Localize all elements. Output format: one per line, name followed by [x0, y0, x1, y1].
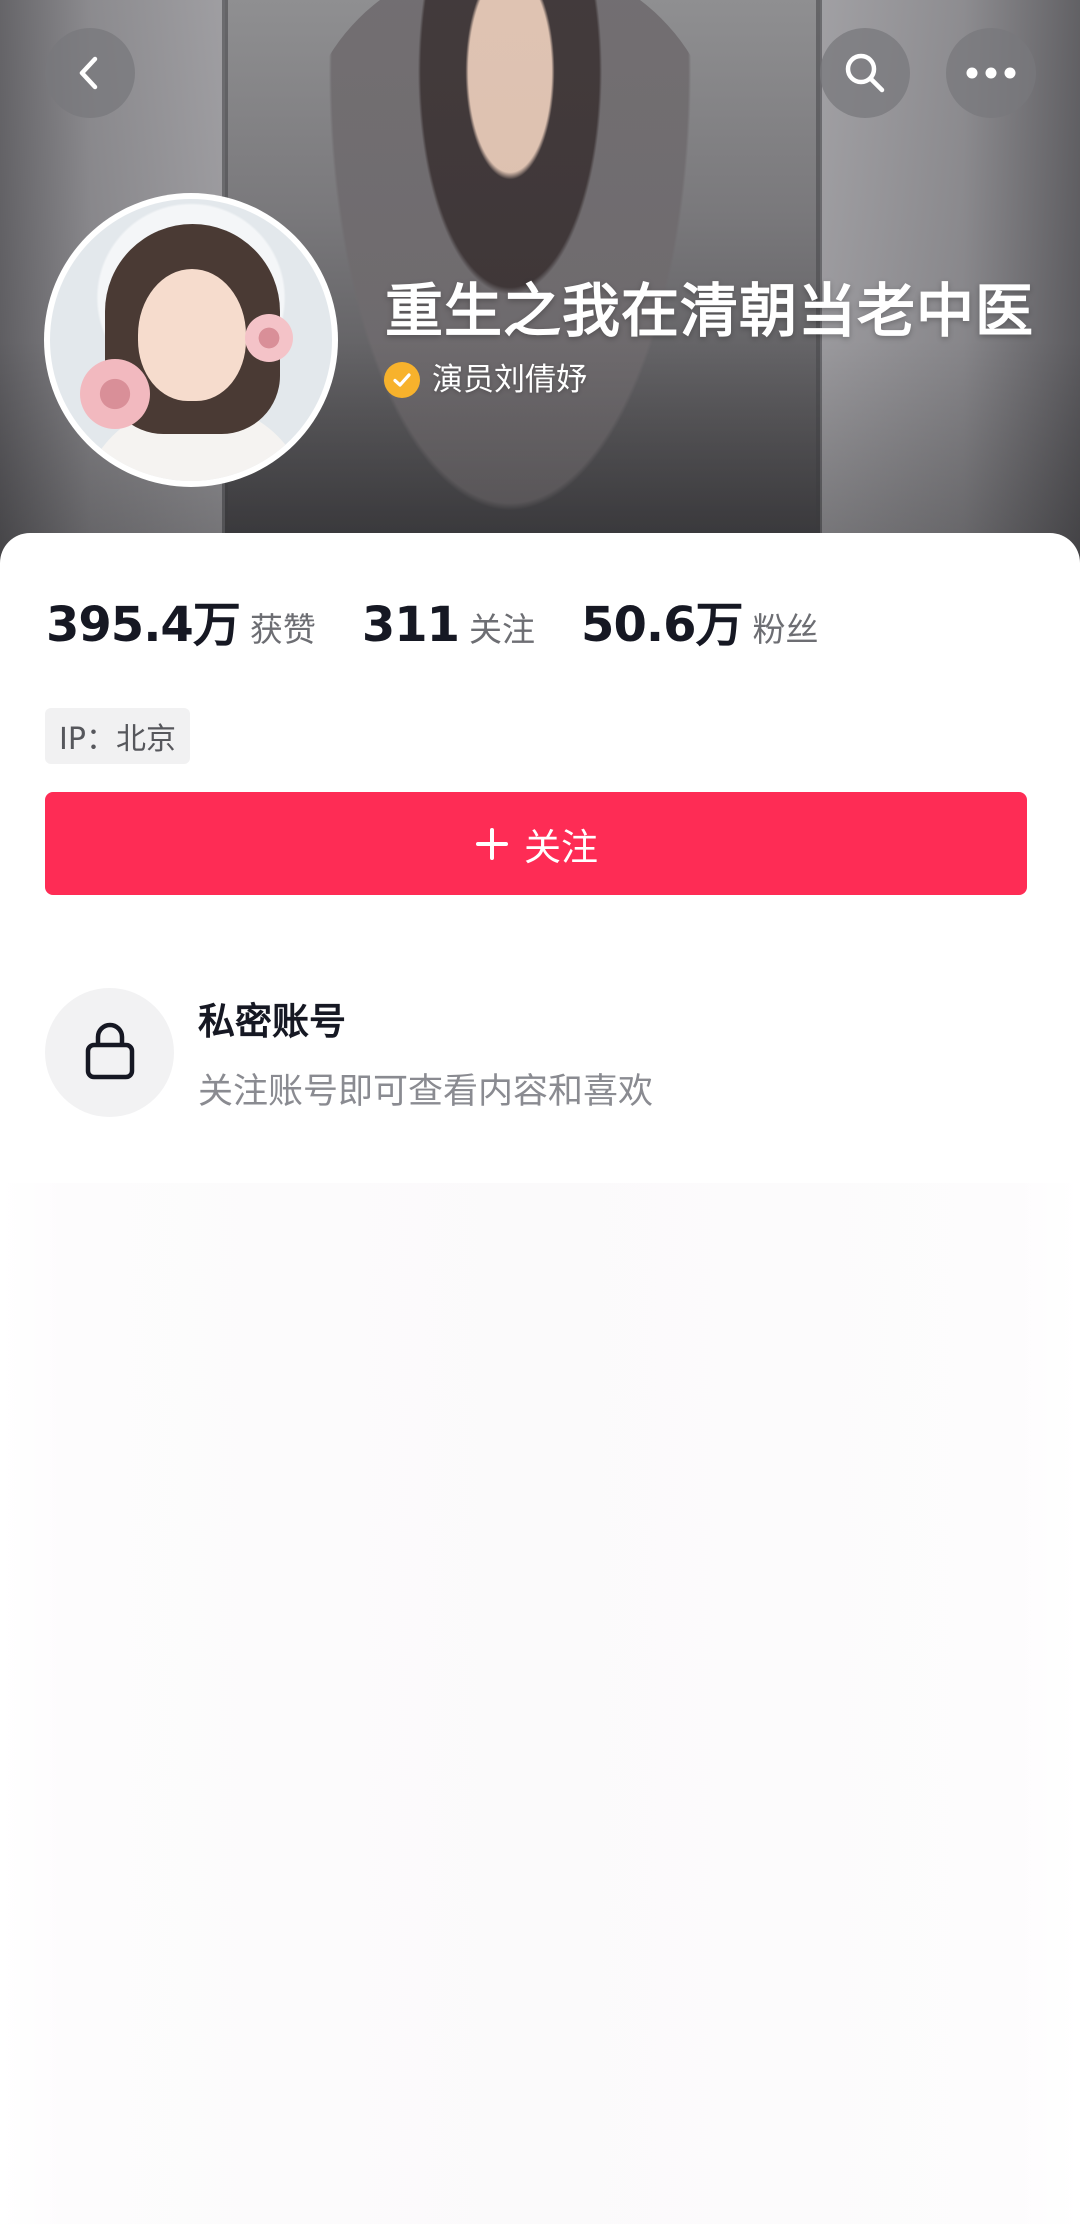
empty-content-area: [0, 1183, 1080, 2224]
verified-text: 演员刘倩妤: [432, 361, 587, 398]
avatar-flower: [80, 359, 150, 429]
follow-button-label: 关注: [524, 825, 598, 869]
avatar-face: [138, 269, 246, 401]
stat-followers-label: 粉丝: [752, 610, 819, 649]
avatar[interactable]: [44, 193, 338, 487]
profile-content-panel: 395.4万 获赞 311 关注 50.6万 粉丝 IP：北京 关注 私密账号 …: [0, 533, 1080, 2224]
avatar-flower: [245, 314, 293, 362]
follow-button[interactable]: 关注: [45, 792, 1027, 895]
private-account-title: 私密账号: [198, 1000, 346, 1043]
lock-icon-container: [45, 988, 174, 1117]
back-button[interactable]: [45, 28, 135, 118]
chevron-left-icon: [70, 53, 110, 93]
avatar-image: [50, 199, 332, 481]
stat-following[interactable]: 311 关注: [362, 597, 535, 653]
private-account-text: 私密账号 关注账号即可查看内容和喜欢: [198, 991, 653, 1114]
private-account-description: 关注账号即可查看内容和喜欢: [198, 1072, 654, 1112]
stat-followers[interactable]: 50.6万 粉丝: [581, 585, 818, 655]
lock-icon: [82, 1021, 138, 1085]
search-button[interactable]: [820, 28, 910, 118]
stat-following-value: 311: [361, 597, 460, 653]
stat-likes-value: 395.4万: [46, 597, 241, 653]
stat-following-label: 关注: [469, 610, 536, 649]
plus-icon: [474, 826, 510, 862]
stat-likes-label: 获赞: [249, 610, 316, 649]
search-icon: [841, 49, 889, 97]
verified-label: 演员刘倩妤: [384, 362, 587, 398]
more-dots-icon: [965, 66, 1017, 80]
more-button[interactable]: [946, 28, 1036, 118]
profile-stats: 395.4万 获赞 311 关注 50.6万 粉丝: [46, 585, 864, 655]
stat-followers-value: 50.6万: [581, 597, 743, 653]
private-account-notice: 私密账号 关注账号即可查看内容和喜欢: [45, 988, 653, 1117]
stat-likes[interactable]: 395.4万 获赞: [46, 585, 316, 655]
ip-location-tag: IP：北京: [45, 708, 190, 764]
profile-nickname: 重生之我在清朝当老中医: [385, 277, 1035, 345]
verified-check-icon: [384, 362, 420, 398]
